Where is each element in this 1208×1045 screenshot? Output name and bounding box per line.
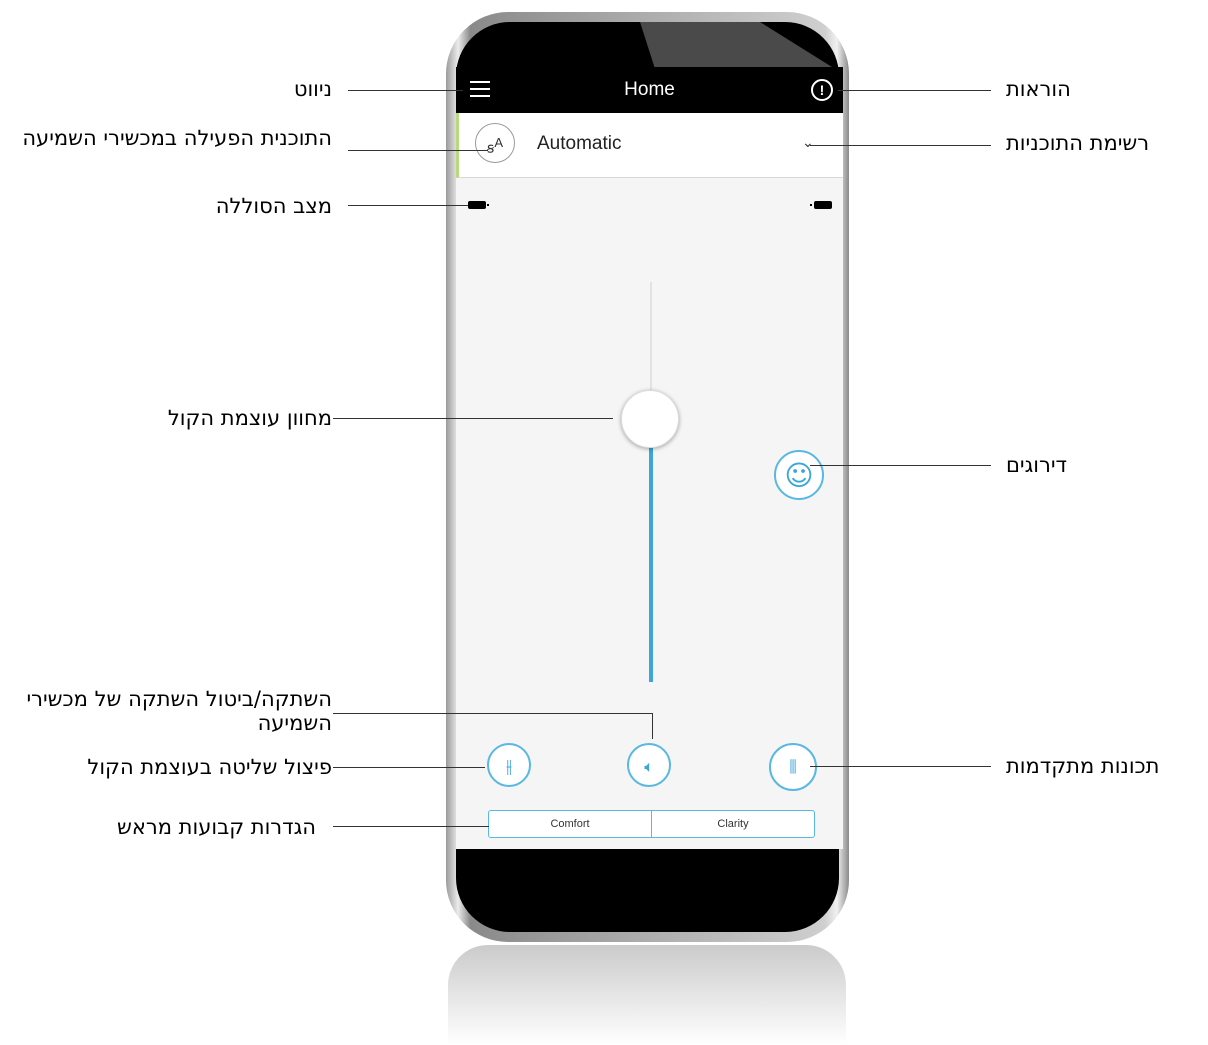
preset-comfort[interactable]: Comfort: [489, 811, 651, 837]
program-icon-letter: A: [494, 135, 503, 150]
leader-volume-split: [333, 767, 485, 768]
label-navigation: ניווט: [293, 77, 332, 101]
leader-advanced: [810, 766, 991, 767]
volume-slider-fill[interactable]: [649, 442, 653, 682]
app-screen: Home ! ꞩA Automatic ⌄ ☺ ⫲ 🔈︎ ⫼ Comfort C…: [456, 67, 843, 849]
battery-connector-right: [810, 204, 812, 206]
label-ratings: דירוגים: [1006, 453, 1068, 477]
phone-reflection: [448, 945, 846, 1045]
preset-toggle: Comfort Clarity: [488, 810, 815, 838]
leader-instructions: [838, 90, 991, 91]
program-selector[interactable]: ꞩA Automatic ⌄: [456, 113, 843, 178]
label-active-program: התוכנית הפעילה במכשירי השמיעה: [22, 126, 332, 150]
label-volume-indicator: מחוון עוצמת הקול: [167, 406, 332, 430]
volume-slider-knob[interactable]: [621, 390, 679, 448]
info-icon[interactable]: !: [811, 79, 833, 101]
top-bar: Home !: [456, 67, 843, 113]
leader-program-list: [810, 145, 991, 146]
label-instructions: הוראות: [1006, 77, 1071, 101]
split-sliders-icon[interactable]: ⫲: [487, 743, 531, 787]
leader-ratings: [810, 465, 991, 466]
leader-navigation: [348, 90, 463, 91]
smiley-icon[interactable]: ☺: [774, 450, 824, 500]
active-program-name: Automatic: [537, 133, 622, 154]
leader-presets: [333, 826, 489, 827]
leader-volume-indicator: [333, 418, 613, 419]
preset-clarity[interactable]: Clarity: [651, 811, 814, 837]
chevron-down-icon[interactable]: ⌄: [802, 135, 814, 151]
page-title: Home: [624, 79, 675, 100]
leader-mute: [333, 713, 652, 714]
battery-connector-left: [487, 204, 489, 206]
label-volume-split: פיצול שליטה בעוצמת הקול: [87, 755, 332, 779]
speaker-icon[interactable]: 🔈︎: [627, 743, 671, 787]
equalizer-icon[interactable]: ⫼: [769, 743, 817, 791]
label-advanced: תכונות מתקדמות: [1006, 754, 1160, 778]
label-presets: הגדרות קבועות מראש: [116, 815, 316, 839]
leader-mute-drop: [652, 713, 653, 739]
leader-active-program: [348, 150, 488, 151]
label-program-list: רשימת התוכניות: [1006, 131, 1150, 155]
battery-icon-right: [814, 201, 832, 209]
battery-icon-left: [468, 201, 486, 209]
label-mute: השתקה/ביטול השתקה של מכשירי השמיעה: [26, 687, 332, 735]
hearing-program-icon: ꞩA: [475, 123, 515, 163]
leader-battery-status: [348, 205, 468, 206]
label-battery-status: מצב הסוללה: [215, 194, 332, 218]
